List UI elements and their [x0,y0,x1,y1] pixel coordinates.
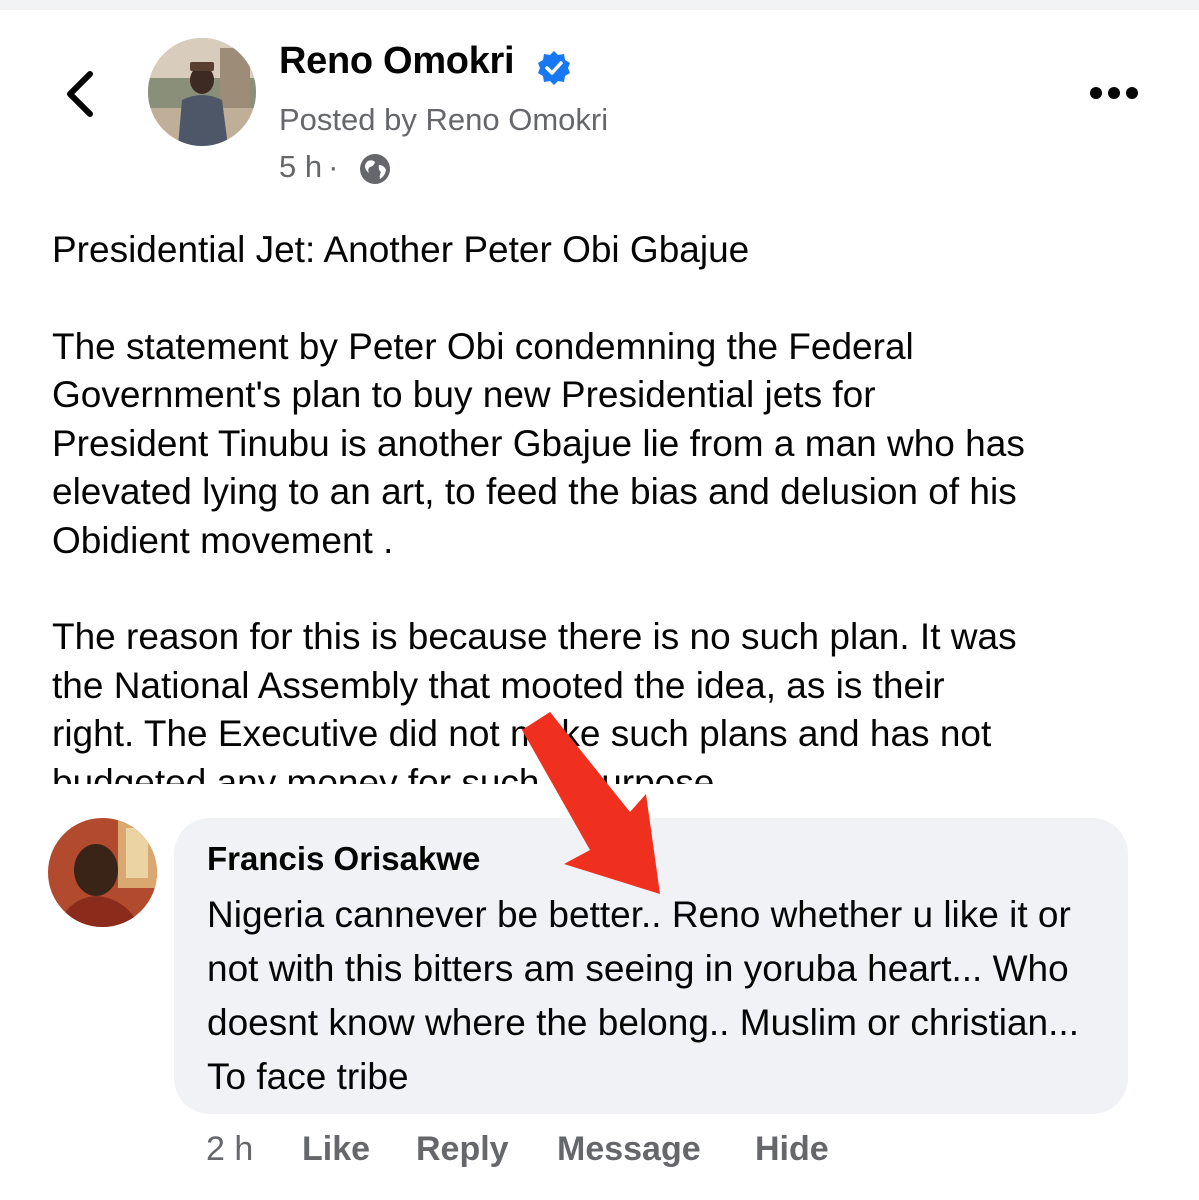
like-button[interactable]: Like [302,1130,370,1169]
post-author-name[interactable]: Reno Omokri [279,40,515,83]
message-button[interactable]: Message [557,1130,701,1169]
more-options-button[interactable] [1088,80,1140,106]
comment-author-name[interactable]: Francis Orisakwe [207,840,480,878]
post-paragraph-1: The statement by Peter Obi condemning th… [52,325,1025,561]
globe-icon[interactable] [358,152,392,186]
posted-by-label: Posted by Reno Omokri [279,102,609,137]
reply-button[interactable]: Reply [416,1130,509,1169]
commenter-avatar[interactable] [48,818,157,927]
comment-time[interactable]: 2 h [206,1130,253,1169]
post-title: Presidential Jet: Another Peter Obi Gbaj… [52,229,750,270]
hide-button[interactable]: Hide [755,1130,829,1169]
author-avatar[interactable] [148,38,256,146]
back-button[interactable] [60,66,104,122]
post-meta: 5 h · [279,149,344,185]
chevron-left-icon [67,71,93,117]
commenter-photo [48,818,157,927]
red-arrow [522,712,660,894]
post-time[interactable]: 5 h [279,149,322,184]
top-divider [0,0,1199,10]
post-body: Presidential Jet: Another Peter Obi Gbaj… [52,226,1152,784]
comment-text: Nigeria cannever be better.. Reno whethe… [207,894,1079,1097]
author-photo [148,38,256,146]
meta-separator: · [328,149,339,184]
more-options-icon [1090,87,1138,99]
verified-badge-icon [538,51,570,85]
